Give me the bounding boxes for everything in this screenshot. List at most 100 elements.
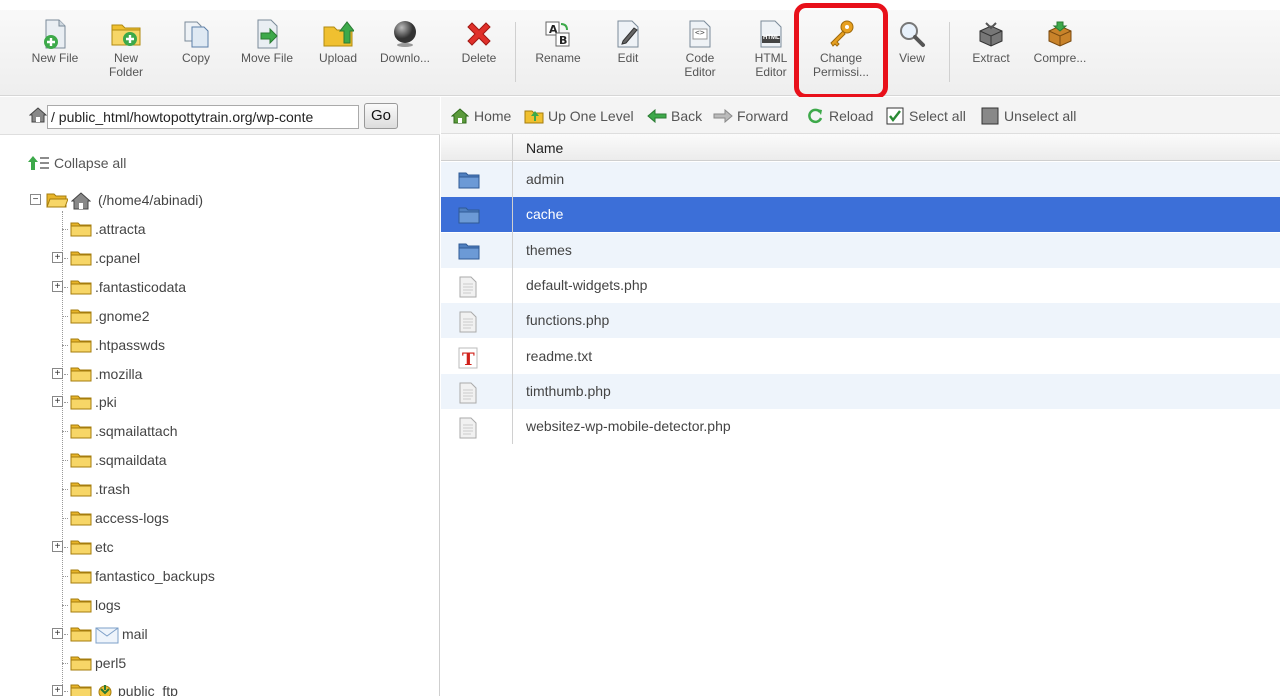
unselect-all-label: Unselect all [1004, 108, 1077, 124]
file-name: cache [526, 206, 564, 223]
reload-button[interactable]: Reload [805, 106, 873, 126]
tree-item[interactable]: .sqmaildata [52, 449, 167, 471]
folder-icon [70, 510, 92, 526]
code-icon-text: <> [695, 28, 705, 37]
table-row[interactable]: websitez-wp-mobile-detector.php [441, 409, 1280, 444]
reload-icon [805, 107, 825, 125]
checkbox-empty-icon [980, 107, 1000, 125]
tree-item[interactable]: + .mozilla [52, 363, 142, 385]
code-editor-button[interactable]: <> Code Editor [669, 18, 731, 88]
expand-toggle-icon[interactable]: + [52, 396, 63, 408]
name-column-header[interactable]: Name [526, 140, 563, 156]
tree-item[interactable]: + .pki [52, 391, 117, 413]
folder-icon [70, 481, 92, 497]
tree-item-label: logs [95, 596, 121, 613]
home-path-icon[interactable] [28, 106, 48, 124]
delete-icon [463, 18, 495, 50]
table-row[interactable]: Treadme.txt [441, 339, 1280, 374]
back-arrow-icon [647, 107, 667, 125]
html-editor-label: HTML Editor [754, 51, 788, 79]
compress-button[interactable]: Compre... [1029, 18, 1091, 88]
expand-toggle-icon[interactable]: + [52, 280, 63, 292]
tree-item[interactable]: + mail [52, 623, 148, 645]
edit-label: Edit [617, 51, 639, 65]
move-file-label: Move File [240, 51, 293, 65]
up-one-level-button[interactable]: Up One Level [524, 106, 634, 126]
new-folder-button[interactable]: New Folder [95, 18, 157, 88]
rename-button[interactable]: AB Rename [527, 18, 589, 88]
compress-label: Compre... [1033, 51, 1087, 65]
code-editor-icon: <> [684, 18, 716, 50]
tree-item[interactable]: + .cpanel [52, 247, 140, 269]
table-row[interactable]: default-widgets.php [441, 268, 1280, 303]
tree-item[interactable]: + etc [52, 536, 114, 558]
back-button[interactable]: Back [647, 106, 702, 126]
move-file-button[interactable]: Move File [236, 18, 298, 88]
file-name: admin [526, 171, 565, 187]
table-row[interactable]: timthumb.php [441, 373, 1280, 409]
table-row[interactable]: admin [441, 162, 1280, 197]
tree-root[interactable]: − (/home4/abinadi) [30, 189, 203, 211]
copy-icon [180, 18, 212, 50]
file-icon [458, 417, 480, 439]
new-folder-icon [110, 18, 142, 50]
table-row[interactable]: functions.php [441, 303, 1280, 339]
file-name: themes [526, 241, 572, 258]
extract-button[interactable]: Extract [960, 18, 1022, 88]
expand-toggle-icon[interactable]: + [52, 367, 63, 379]
change-permissions-button[interactable]: Change Permissi... [810, 18, 872, 88]
delete-button[interactable]: Delete [448, 18, 510, 88]
table-row[interactable]: themes [441, 232, 1280, 268]
expand-toggle-icon[interactable]: + [52, 540, 63, 552]
collapse-toggle-icon[interactable]: − [30, 194, 41, 205]
tree-item[interactable]: fantastico_backups [52, 565, 215, 587]
tree-item[interactable]: access-logs [52, 507, 169, 529]
view-label: View [899, 51, 925, 65]
unselect-all-button[interactable]: Unselect all [980, 106, 1076, 126]
edit-icon [612, 18, 644, 50]
extract-icon [975, 18, 1007, 50]
tree-item[interactable]: perl5 [52, 652, 126, 674]
upload-label: Upload [318, 51, 358, 65]
folder-icon [70, 452, 92, 468]
toolbar: New File New Folder Copy Move File Uploa… [0, 0, 1280, 99]
tree-item-label: .sqmailattach [95, 423, 178, 440]
edit-button[interactable]: Edit [597, 18, 659, 88]
file-name: functions.php [526, 312, 610, 329]
navigation-bar: Home Up One Level Back Forward Reload Se… [441, 97, 1280, 134]
view-button[interactable]: View [881, 18, 943, 88]
text-file-icon: T [458, 347, 480, 370]
tree-item[interactable]: logs [52, 594, 121, 616]
download-button[interactable]: Downlo... [374, 18, 436, 88]
tree-item[interactable]: .sqmailattach [52, 420, 177, 442]
folder-icon [70, 394, 92, 410]
path-input[interactable]: / public_html/howtopottytrain.org/wp-con… [47, 105, 359, 129]
tree-item[interactable]: .attracta [52, 218, 146, 240]
select-all-button[interactable]: Select all [885, 106, 966, 126]
tree-item[interactable]: + .fantasticodata [52, 276, 186, 298]
forward-label: Forward [737, 108, 789, 124]
forward-button[interactable]: Forward [713, 106, 788, 126]
new-file-button[interactable]: New File [24, 18, 86, 88]
path-bar: / public_html/howtopottytrain.org/wp-con… [0, 97, 440, 135]
expand-toggle-icon[interactable]: + [52, 251, 63, 263]
copy-button[interactable]: Copy [165, 18, 227, 88]
tree-item[interactable]: .gnome2 [52, 305, 149, 327]
home-nav-button[interactable]: Home [450, 106, 511, 126]
html-editor-button[interactable]: HTML HTML Editor [740, 18, 802, 88]
expand-toggle-icon[interactable]: + [52, 627, 63, 639]
table-row[interactable]: cache [441, 197, 1280, 233]
collapse-all-link[interactable]: Collapse all [28, 155, 126, 171]
home-nav-label: Home [474, 108, 512, 124]
go-button[interactable]: Go [364, 103, 398, 129]
upload-button[interactable]: Upload [307, 18, 369, 88]
tree-item[interactable]: .trash [52, 478, 130, 500]
file-list-pane: Home Up One Level Back Forward Reload Se… [441, 97, 1280, 696]
tree-item-label: .gnome2 [95, 307, 150, 324]
rename-icon: AB [542, 18, 574, 50]
expand-toggle-icon[interactable]: + [52, 685, 63, 696]
html-editor-icon: HTML [755, 18, 787, 50]
tree-item[interactable]: + public_ftp [52, 680, 178, 696]
tree-item[interactable]: .htpasswds [52, 334, 165, 356]
delete-label: Delete [461, 51, 497, 65]
